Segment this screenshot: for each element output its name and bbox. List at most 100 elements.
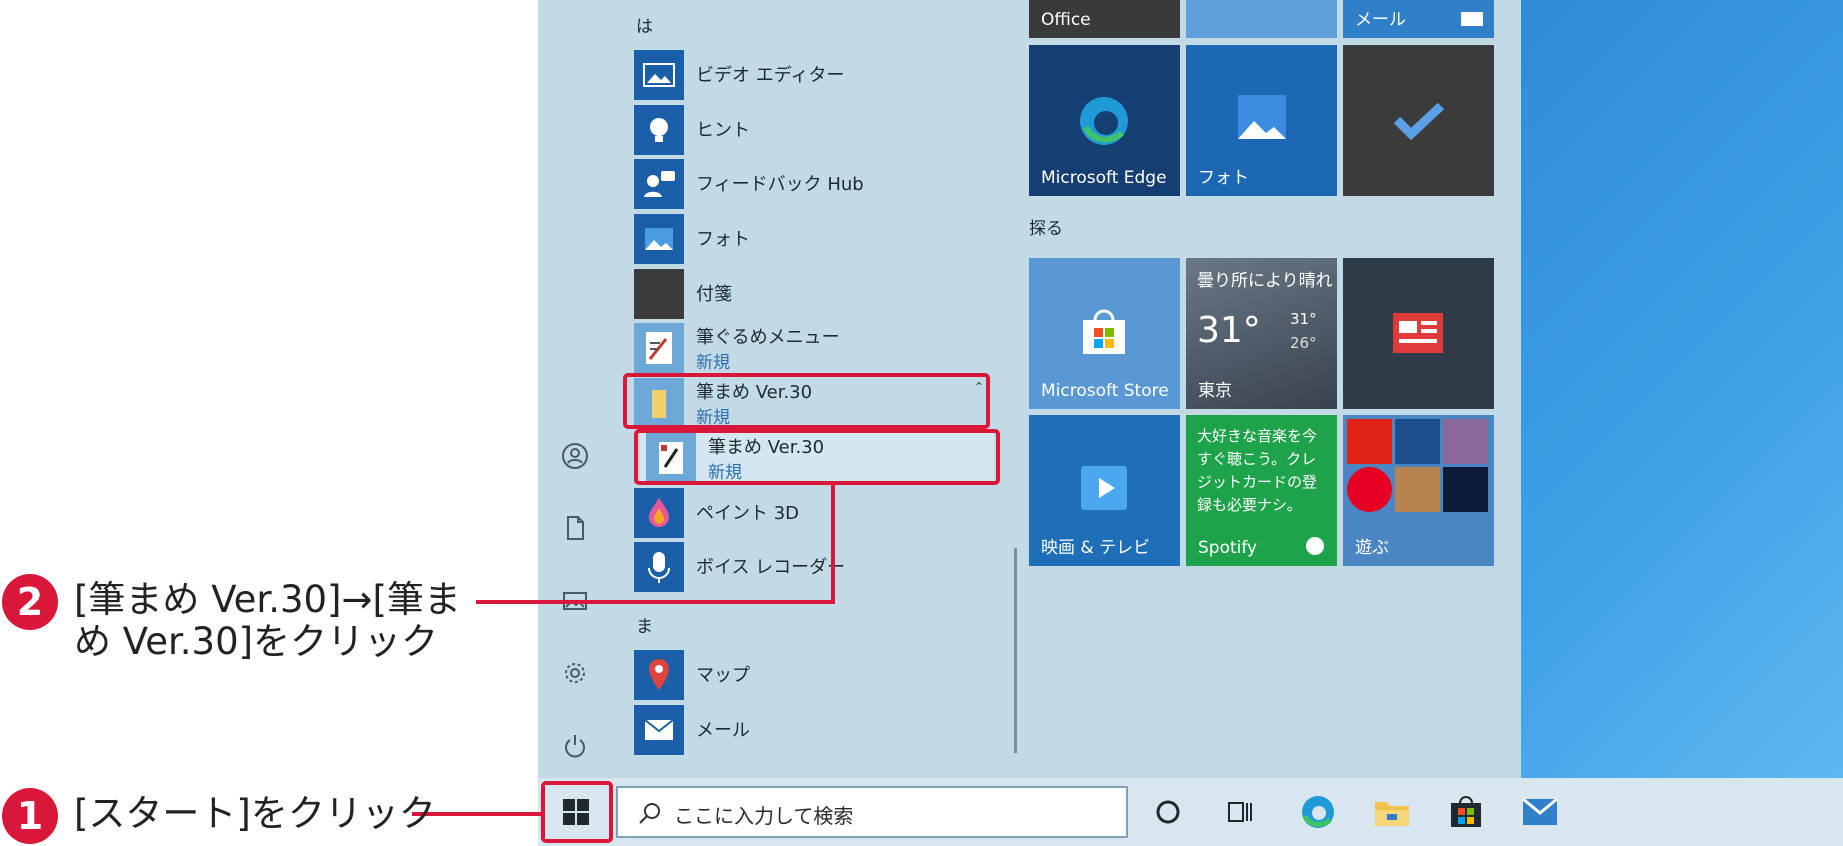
tile-photos[interactable]: フォト bbox=[1186, 45, 1337, 196]
edge-taskbar-icon[interactable] bbox=[1293, 786, 1343, 838]
city-game-icon bbox=[1395, 467, 1440, 512]
weather-temperature: 31° bbox=[1197, 310, 1261, 351]
feedback-icon bbox=[634, 159, 684, 209]
user-account-icon[interactable] bbox=[555, 436, 595, 476]
tile-todo[interactable] bbox=[1343, 45, 1494, 196]
sticky-notes-icon bbox=[634, 269, 684, 319]
new-badge: 新規 bbox=[696, 353, 730, 373]
app-video-editor[interactable]: ビデオ エディター bbox=[634, 48, 994, 100]
group-label-explore: 探る bbox=[1029, 219, 1063, 239]
settings-gear-icon[interactable] bbox=[555, 653, 595, 693]
callout-line bbox=[831, 485, 835, 604]
spotify-icon bbox=[1306, 537, 1324, 555]
tile-spotify[interactable]: 大好きな音楽を今すぐ聴こう。クレジットカードの登録も必要ナシ。 Spotify bbox=[1186, 415, 1337, 566]
tile-label: メール bbox=[1355, 10, 1406, 30]
weather-condition: 曇り所により晴れ bbox=[1197, 271, 1333, 291]
tile-label: 映画 & テレビ bbox=[1041, 538, 1151, 558]
edge-icon bbox=[1080, 97, 1128, 145]
app-name: メール bbox=[696, 720, 750, 741]
news-icon bbox=[1393, 313, 1443, 353]
search-placeholder: ここに入力して検索 bbox=[674, 804, 854, 828]
search-icon bbox=[639, 803, 660, 824]
tile-microsoft-edge[interactable]: Microsoft Edge bbox=[1029, 45, 1180, 196]
app-paint-3d[interactable]: ペイント 3D bbox=[634, 486, 994, 538]
weather-low: 26° bbox=[1290, 334, 1317, 352]
step-1-number: 1 bbox=[2, 788, 58, 844]
step-2-line-2: め Ver.30]をクリック bbox=[74, 620, 439, 663]
app-name: ボイス レコーダー bbox=[696, 557, 846, 578]
store-taskbar-icon[interactable] bbox=[1441, 786, 1491, 838]
tile-blank[interactable] bbox=[1186, 0, 1337, 38]
taskbar-search-box[interactable]: ここに入力して検索 bbox=[616, 786, 1128, 838]
app-name: ビデオ エディター bbox=[696, 65, 845, 86]
microphone-icon bbox=[634, 542, 684, 592]
weather-high: 31° bbox=[1290, 310, 1317, 328]
paint-3d-icon bbox=[634, 488, 684, 538]
mail-icon bbox=[634, 705, 684, 755]
app-voice-recorder[interactable]: ボイス レコーダー bbox=[634, 540, 994, 592]
tile-label: フォト bbox=[1198, 168, 1249, 188]
app-name: フォト bbox=[696, 229, 750, 250]
cortana-icon[interactable] bbox=[1143, 786, 1193, 838]
tile-office[interactable]: Office bbox=[1029, 0, 1180, 38]
step-2-line-1: [筆まめ Ver.30]→[筆ま bbox=[74, 578, 461, 621]
task-view-icon[interactable] bbox=[1216, 786, 1266, 838]
tile-mail[interactable]: メール bbox=[1343, 0, 1494, 38]
tile-play-folder[interactable]: 遊ぶ bbox=[1343, 415, 1494, 566]
section-header-ma[interactable]: ま bbox=[636, 612, 653, 637]
app-sticky-notes[interactable]: 付箋 bbox=[634, 267, 994, 319]
checkmark-icon bbox=[1393, 102, 1445, 140]
lightbulb-icon bbox=[634, 105, 684, 155]
app-name: マップ bbox=[696, 665, 750, 686]
highlight-fudemame-app bbox=[634, 429, 1000, 485]
app-feedback-hub[interactable]: フィードバック Hub bbox=[634, 157, 994, 209]
desktop-wallpaper bbox=[1521, 0, 1843, 778]
app-name: フィードバック Hub bbox=[696, 174, 864, 195]
app-maps[interactable]: マップ bbox=[634, 648, 994, 700]
tile-label: Spotify bbox=[1198, 538, 1258, 558]
spotify-promo-text: 大好きな音楽を今すぐ聴こう。クレジットカードの登録も必要ナシ。 bbox=[1197, 427, 1318, 514]
tile-weather[interactable]: 曇り所により晴れ 31° 31° 26° 東京 bbox=[1186, 258, 1337, 409]
step-1-text: [スタート]をクリック bbox=[74, 792, 436, 835]
file-explorer-icon[interactable] bbox=[1367, 786, 1417, 838]
app-tips[interactable]: ヒント bbox=[634, 103, 994, 155]
highlight-start-button bbox=[541, 781, 613, 843]
app-fudegurume-menu[interactable]: 筆ぐるめメニュー 新規 bbox=[634, 321, 994, 373]
callout-line bbox=[476, 600, 835, 604]
mail-icon bbox=[1461, 12, 1483, 26]
roblox-icon bbox=[1347, 419, 1392, 464]
app-photos[interactable]: フォト bbox=[634, 212, 994, 264]
app-name: 筆ぐるめメニュー bbox=[696, 327, 840, 348]
photoshop-express-icon bbox=[1443, 467, 1488, 512]
movies-play-icon bbox=[1081, 466, 1127, 510]
store-bag-icon bbox=[1083, 309, 1125, 354]
pinterest-icon bbox=[1347, 467, 1392, 512]
section-header-ha[interactable]: は bbox=[636, 12, 653, 37]
video-editor-icon bbox=[634, 50, 684, 100]
mail-taskbar-icon[interactable] bbox=[1515, 786, 1565, 838]
tile-label: Microsoft Store bbox=[1041, 381, 1169, 401]
map-pin-icon bbox=[634, 650, 684, 700]
app-list-scrollbar[interactable] bbox=[1014, 548, 1017, 753]
highlight-fudemame-folder bbox=[623, 373, 990, 429]
app-name: ペイント 3D bbox=[696, 503, 800, 524]
start-rail bbox=[538, 0, 614, 778]
weather-city: 東京 bbox=[1198, 381, 1232, 401]
power-icon[interactable] bbox=[555, 726, 595, 766]
fudegurume-icon bbox=[634, 323, 684, 373]
photos-icon bbox=[1238, 95, 1286, 139]
tile-label: 遊ぶ bbox=[1355, 538, 1389, 558]
step-2-number: 2 bbox=[2, 574, 58, 630]
tile-label: Microsoft Edge bbox=[1041, 168, 1167, 188]
solitaire-icon bbox=[1395, 419, 1440, 464]
tile-label: Office bbox=[1041, 10, 1091, 30]
photos-icon bbox=[634, 214, 684, 264]
app-name: ヒント bbox=[696, 120, 750, 141]
documents-icon[interactable] bbox=[555, 508, 595, 548]
app-mail[interactable]: メール bbox=[634, 703, 994, 755]
tile-microsoft-store[interactable]: Microsoft Store bbox=[1029, 258, 1180, 409]
tile-news[interactable] bbox=[1343, 258, 1494, 409]
app-name: 付箋 bbox=[696, 284, 732, 305]
game-character-icon bbox=[1443, 419, 1488, 464]
tile-movies-tv[interactable]: 映画 & テレビ bbox=[1029, 415, 1180, 566]
